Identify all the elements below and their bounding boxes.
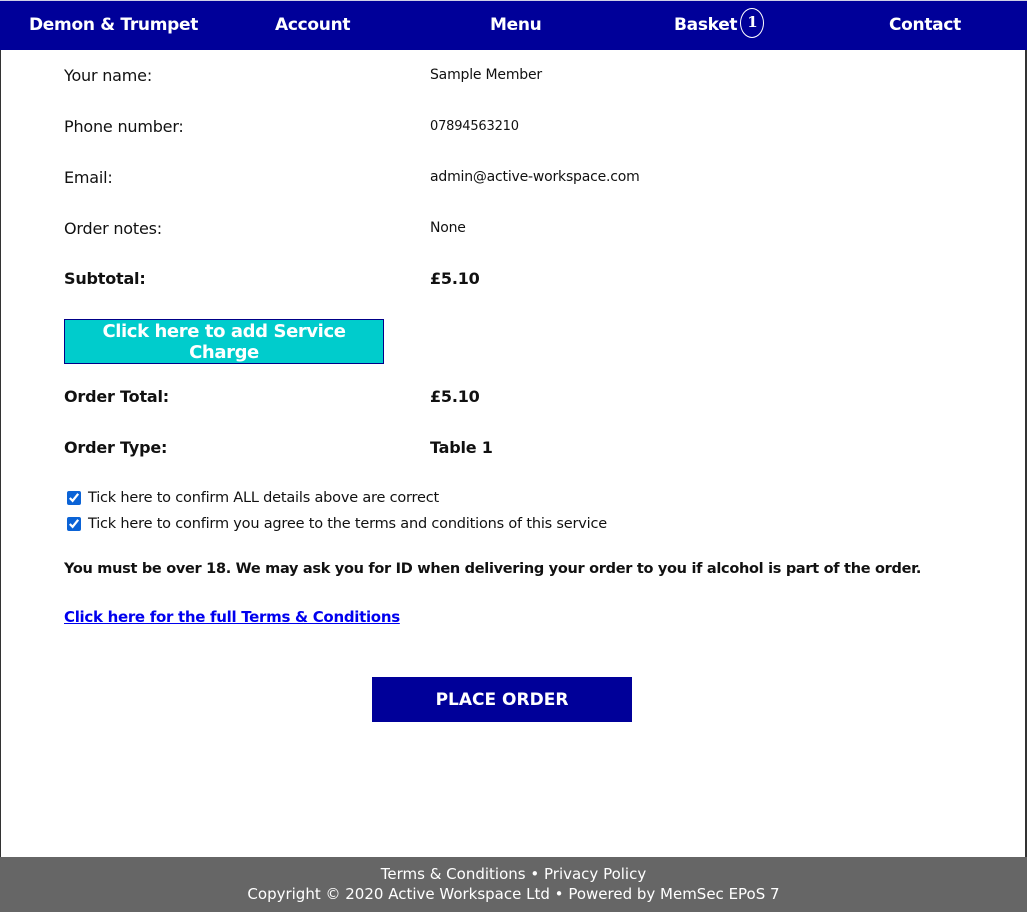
confirm-details-checkbox[interactable]: [67, 491, 81, 505]
confirm-details-label[interactable]: Tick here to confirm ALL details above a…: [88, 490, 439, 506]
subtotal-value: £5.10: [430, 269, 480, 288]
order-type-row: Order Type: Table 1: [64, 438, 964, 462]
footer-separator: •: [530, 865, 540, 883]
add-service-charge-button[interactable]: Click here to add Service Charge: [64, 319, 384, 364]
notes-value: None: [430, 220, 466, 236]
name-row: Your name: Sample Member: [64, 66, 964, 90]
phone-value: 07894563210: [430, 119, 519, 134]
content-border-left: [0, 50, 1, 857]
subtotal-row: Subtotal: £5.10: [64, 269, 964, 293]
footer-copyright: Copyright © 2020 Active Workspace Ltd: [247, 885, 550, 903]
footer: Terms & Conditions • Privacy Policy Copy…: [0, 857, 1027, 912]
order-type-value: Table 1: [430, 438, 493, 457]
email-row: Email: admin@active-workspace.com: [64, 168, 964, 192]
notes-label: Order notes:: [64, 219, 162, 238]
name-value: Sample Member: [430, 67, 542, 83]
footer-terms-link[interactable]: Terms & Conditions: [381, 865, 526, 883]
order-total-label: Order Total:: [64, 387, 169, 406]
nav-account-link[interactable]: Account: [275, 1, 351, 50]
age-warning: You must be over 18. We may ask you for …: [64, 561, 922, 577]
footer-separator-2: •: [554, 885, 564, 903]
footer-copyright-line: Copyright © 2020 Active Workspace Ltd • …: [0, 885, 1027, 903]
order-type-label: Order Type:: [64, 438, 168, 457]
nav-menu-link[interactable]: Menu: [490, 1, 542, 50]
basket-count-badge: 1: [740, 8, 765, 38]
order-total-row: Order Total: £5.10: [64, 387, 964, 411]
nav-contact-link[interactable]: Contact: [889, 1, 961, 50]
order-total-value: £5.10: [430, 387, 480, 406]
basket-label: Basket: [674, 15, 738, 35]
phone-label: Phone number:: [64, 117, 184, 136]
footer-privacy-link[interactable]: Privacy Policy: [544, 865, 646, 883]
footer-links: Terms & Conditions • Privacy Policy: [0, 865, 1027, 883]
place-order-button[interactable]: PLACE ORDER: [372, 677, 632, 722]
email-label: Email:: [64, 168, 113, 187]
footer-powered-by: Powered by MemSec EPoS 7: [568, 885, 780, 903]
email-value: admin@active-workspace.com: [430, 169, 640, 185]
name-label: Your name:: [64, 66, 153, 85]
subtotal-label: Subtotal:: [64, 269, 146, 288]
top-navbar: Demon & Trumpet Account Menu Basket 1 Con…: [0, 1, 1027, 50]
nav-basket-link[interactable]: Basket 1: [674, 1, 765, 50]
nav-brand-link[interactable]: Demon & Trumpet: [29, 1, 198, 50]
confirm-terms-checkbox[interactable]: [67, 517, 81, 531]
phone-row: Phone number: 07894563210: [64, 117, 964, 141]
confirm-terms-label[interactable]: Tick here to confirm you agree to the te…: [88, 516, 607, 532]
notes-row: Order notes: None: [64, 219, 964, 243]
confirm-terms-row: Tick here to confirm you agree to the te…: [67, 514, 607, 534]
confirm-details-row: Tick here to confirm ALL details above a…: [67, 488, 439, 508]
full-terms-link[interactable]: Click here for the full Terms & Conditio…: [64, 608, 400, 626]
